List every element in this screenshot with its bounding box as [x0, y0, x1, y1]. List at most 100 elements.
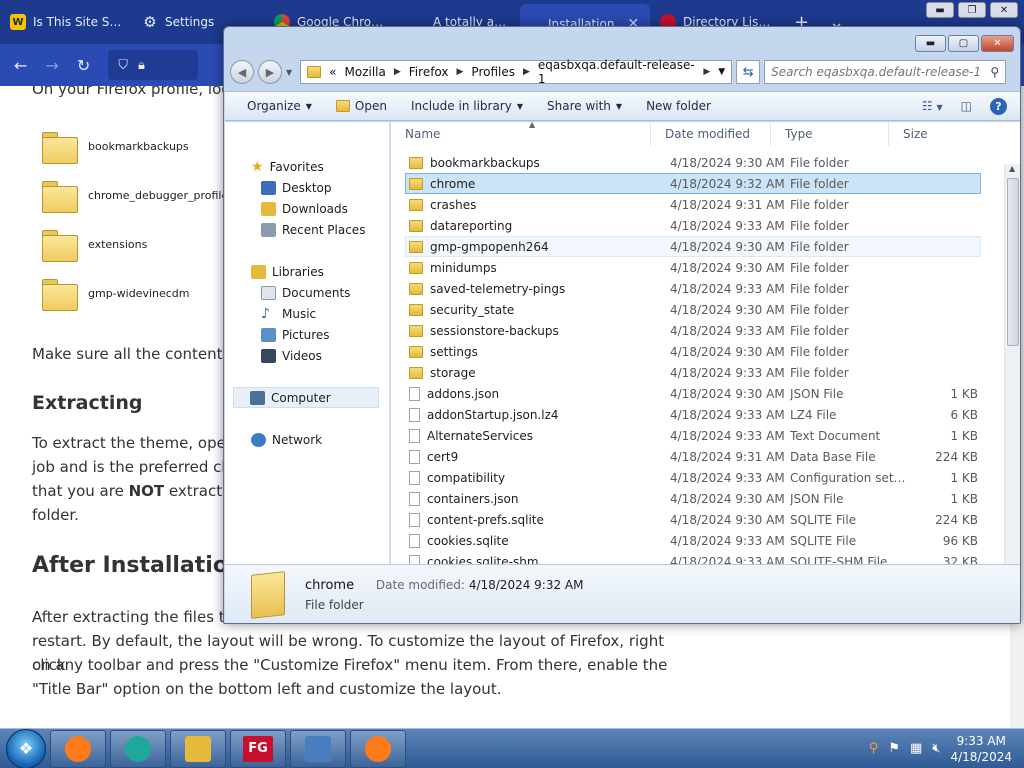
file-row[interactable]: minidumps 4/18/2024 9:30 AM File folder — [405, 257, 981, 278]
clock[interactable]: 9:33 AM 4/18/2024 — [950, 733, 1012, 765]
nav-computer[interactable]: Computer — [233, 387, 379, 408]
folder-icon — [409, 303, 423, 316]
nav-music[interactable]: ♪ Music — [225, 303, 390, 324]
file-row[interactable]: cookies.sqlite 4/18/2024 9:33 AM SQLITE Fi… — [405, 530, 981, 551]
volume-muted-icon[interactable]: 🔇︎ — [932, 741, 940, 756]
breadcrumb-mozilla[interactable]: Mozilla — [345, 65, 386, 79]
chevron-down-icon[interactable]: ▼ — [718, 67, 725, 77]
tab-is-this-site-safe[interactable]: W Is This Site Safe? — [0, 0, 132, 44]
back-icon[interactable]: ← — [14, 56, 27, 75]
nav-recent-places[interactable]: Recent Places — [225, 219, 390, 240]
column-date-modified[interactable]: Date modified — [651, 122, 771, 146]
nav-pictures[interactable]: Pictures — [225, 324, 390, 345]
scroll-up-icon[interactable]: ▲ — [1009, 164, 1015, 173]
taskbar-app-control-panel[interactable] — [290, 729, 346, 768]
breadcrumb-firefox[interactable]: Firefox — [409, 65, 449, 79]
taskbar-app-edge[interactable] — [110, 729, 166, 768]
file-row[interactable]: sessionstore-backups 4/18/2024 9:33 AM Fil… — [405, 320, 981, 341]
file-name-cell: saved-telemetry-pings — [406, 282, 670, 296]
after-line-3: on any toolbar and press the "Customize … — [32, 656, 668, 674]
browser-window-controls: ▬ ❐ ✕ — [920, 0, 1024, 20]
view-options-icon[interactable]: ☷ ▼ — [922, 99, 943, 113]
restore-button[interactable]: ❐ — [958, 2, 986, 18]
lock-icon[interactable]: 🔒︎ — [138, 58, 145, 73]
organize-button[interactable]: Organize ▼ — [235, 99, 324, 113]
network-icon[interactable]: ▦ — [910, 741, 922, 756]
file-row[interactable]: gmp-gmpopenh264 4/18/2024 9:30 AM File fol… — [405, 236, 981, 257]
forward-button[interactable]: ▶ — [258, 60, 282, 84]
minimize-button[interactable]: ▬ — [915, 35, 946, 52]
nav-desktop[interactable]: Desktop — [225, 177, 390, 198]
file-row[interactable]: crashes 4/18/2024 9:31 AM File folder — [405, 194, 981, 215]
scroll-thumb[interactable] — [1007, 178, 1019, 346]
forward-icon[interactable]: → — [45, 56, 58, 75]
flag-icon[interactable]: ⚑ — [888, 741, 900, 756]
preview-pane-icon[interactable]: ◫ — [961, 99, 972, 113]
search-box[interactable]: ⚲ — [764, 60, 1007, 84]
chevron-right-icon[interactable]: ▶ — [703, 67, 710, 77]
shield-icon[interactable]: ⛉ — [118, 58, 128, 73]
file-row[interactable]: datareporting 4/18/2024 9:33 AM File folde… — [405, 215, 981, 236]
breadcrumb-profiles[interactable]: Profiles — [471, 65, 515, 79]
file-row[interactable]: settings 4/18/2024 9:30 AM File folder — [405, 341, 981, 362]
explorer-window: ▬ ▢ ✕ ◀ ▶ ▼ « Mozilla ▶ Firefox ▶ Profil… — [223, 26, 1021, 624]
search-input[interactable] — [771, 65, 991, 79]
minimize-button[interactable]: ▬ — [926, 2, 954, 18]
desktop-icon — [261, 180, 276, 195]
recent-pages-icon[interactable]: ▼ — [286, 68, 292, 77]
new-folder-button[interactable]: New folder — [634, 99, 723, 113]
back-button[interactable]: ◀ — [230, 60, 254, 84]
file-name-cell: security_state — [406, 303, 670, 317]
nav-documents[interactable]: Documents — [225, 282, 390, 303]
url-bar[interactable]: ⛉ 🔒︎ — [108, 50, 199, 80]
file-row[interactable]: content-prefs.sqlite 4/18/2024 9:30 AM SQL… — [405, 509, 981, 530]
open-button[interactable]: Open — [324, 99, 399, 113]
taskbar-app-firefox[interactable] — [50, 729, 106, 768]
file-icon — [409, 491, 420, 506]
taskbar-app-fg[interactable]: FG — [230, 729, 286, 768]
breadcrumb-profile[interactable]: eqasbxqa.default-release-1 — [538, 58, 695, 86]
file-date: 4/18/2024 9:30 AM — [670, 386, 785, 401]
file-row[interactable]: security_state 4/18/2024 9:30 AM File fold… — [405, 299, 981, 320]
file-row[interactable]: storage 4/18/2024 9:33 AM File folder — [405, 362, 981, 383]
chevron-right-icon[interactable]: ▶ — [457, 67, 464, 77]
search-icon[interactable]: ⚲ — [990, 65, 999, 79]
reload-icon[interactable]: ↻ — [77, 56, 90, 75]
file-row[interactable]: addons.json 4/18/2024 9:30 AM JSON File 1 K… — [405, 383, 981, 404]
nav-network[interactable]: Network — [225, 429, 390, 450]
chevron-right-icon[interactable]: ▶ — [394, 67, 401, 77]
file-row[interactable]: bookmarkbackups 4/18/2024 9:30 AM File fol… — [405, 152, 981, 173]
column-size[interactable]: Size — [889, 122, 969, 146]
taskbar-app-firefox-2[interactable] — [350, 729, 406, 768]
search-icon[interactable]: ⚲ — [869, 741, 879, 756]
file-row[interactable]: AlternateServices 4/18/2024 9:33 AM Text D… — [405, 425, 981, 446]
file-name-cell: minidumps — [406, 261, 670, 275]
maximize-button[interactable]: ▢ — [948, 35, 979, 52]
file-row[interactable]: containers.json 4/18/2024 9:30 AM JSON Fil… — [405, 488, 981, 509]
column-name[interactable]: Name — [391, 122, 651, 146]
chevron-right-icon[interactable]: ▶ — [523, 67, 530, 77]
taskbar-app-explorer[interactable] — [170, 729, 226, 768]
nav-favorites[interactable]: ★ Favorites — [225, 156, 390, 177]
nav-videos[interactable]: Videos — [225, 345, 390, 366]
column-type[interactable]: Type — [771, 122, 889, 146]
file-row[interactable]: compatibility 4/18/2024 9:33 AM Configurat… — [405, 467, 981, 488]
file-icon — [409, 407, 420, 422]
close-button[interactable]: ✕ — [981, 35, 1014, 52]
file-type: LZ4 File — [790, 407, 837, 422]
include-in-library-button[interactable]: Include in library ▼ — [399, 99, 535, 113]
file-row[interactable]: addonStartup.json.lz4 4/18/2024 9:33 AM LZ… — [405, 404, 981, 425]
help-icon[interactable]: ? — [990, 97, 1007, 115]
start-button[interactable]: ❖ — [6, 728, 46, 768]
file-list-scrollbar[interactable]: ▲ ▼ — [1004, 164, 1020, 590]
breadcrumb-overflow[interactable]: « — [329, 65, 336, 79]
share-with-button[interactable]: Share with ▼ — [535, 99, 634, 113]
address-bar[interactable]: « Mozilla ▶ Firefox ▶ Profiles ▶ eqasbxq… — [300, 58, 733, 86]
file-row[interactable]: chrome 4/18/2024 9:32 AM File folder — [405, 173, 981, 194]
nav-downloads[interactable]: Downloads — [225, 198, 390, 219]
nav-libraries[interactable]: Libraries — [225, 261, 390, 282]
file-row[interactable]: cert9 4/18/2024 9:31 AM Data Base File 224 … — [405, 446, 981, 467]
close-button[interactable]: ✕ — [990, 2, 1018, 18]
refresh-button[interactable]: ⇆ — [736, 60, 761, 84]
file-row[interactable]: saved-telemetry-pings 4/18/2024 9:33 AM Fi… — [405, 278, 981, 299]
